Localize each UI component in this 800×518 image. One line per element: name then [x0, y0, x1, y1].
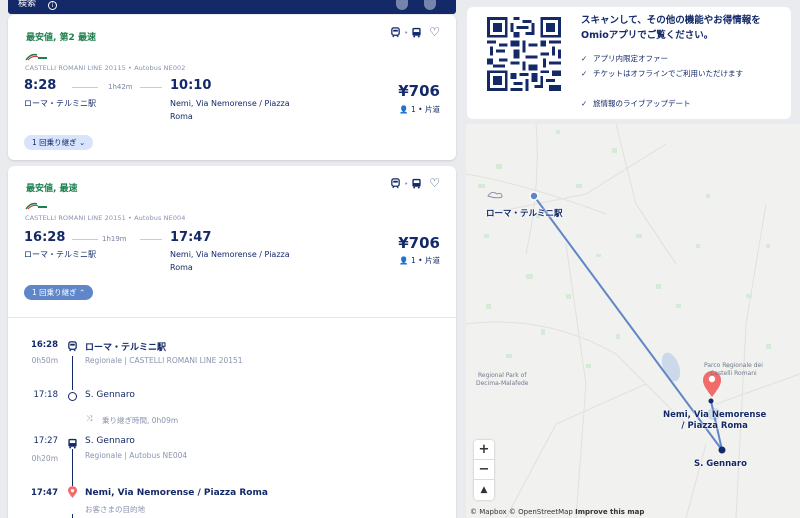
transfer-time: 乗り継ぎ時間, 0h09m	[102, 416, 179, 425]
arrival-time: 17:47	[170, 230, 212, 245]
operator-text: CASTELLI ROMANI LINE 20115 • Autobus NE0…	[25, 64, 186, 72]
check-icon: ✓	[581, 99, 588, 108]
map-origin-label: ローマ・テルミニ駅	[486, 209, 563, 219]
itinerary-operator: Regionale | Autobus NE004	[85, 451, 188, 460]
result-badge: 最安値, 最速	[26, 184, 78, 194]
trip-duration: 1h42m	[108, 83, 133, 91]
map-park-label: Parco Regionale dei Castelli Romani	[704, 362, 763, 377]
departure-station: ローマ・テルミニ駅	[24, 99, 96, 108]
destination-pin-icon	[67, 486, 78, 498]
train-icon	[391, 27, 400, 38]
destination-label: お客さまの目的地	[85, 505, 145, 514]
osm-link[interactable]: © OpenStreetMap	[509, 508, 573, 516]
app-promo-panel: スキャンして、その他の機能やお得情報をOmioアプリでご覧ください。 ✓ アプリ内…	[467, 7, 791, 119]
separator-dot: •	[404, 179, 409, 188]
result-badge: 最安値, 第2 最速	[26, 33, 96, 43]
chevron-down-icon: ⌄	[79, 138, 86, 147]
itinerary-station: S. Gennaro	[85, 390, 135, 400]
itinerary-time: 17:18	[33, 390, 59, 400]
result-card-2[interactable]: 最安値, 最速 • ♡ CASTELLI ROMANI LINE 20151 •…	[8, 166, 456, 518]
arrival-station: Nemi, Via Nemorense / Piazza Roma	[170, 250, 290, 272]
map-transfer-label: S. Gennaro	[694, 459, 747, 469]
favorite-heart-icon[interactable]: ♡	[429, 177, 440, 189]
zoom-in-button[interactable]: +	[474, 440, 494, 460]
settings-icon[interactable]	[424, 0, 436, 10]
map-canvas	[466, 124, 800, 518]
price: ¥706	[398, 234, 440, 252]
trenitalia-logo-icon	[25, 202, 47, 210]
qr-code-icon[interactable]	[487, 17, 561, 91]
operator-text: CASTELLI ROMANI LINE 20151 • Autobus NE0…	[25, 214, 186, 222]
header-title: 検索	[18, 0, 37, 9]
arrival-station: Nemi, Via Nemorense / Piazza Roma	[170, 99, 290, 121]
itinerary-duration: 0h20m	[31, 454, 58, 463]
improve-map-link[interactable]: Improve this map	[575, 508, 644, 516]
map-zoom-controls: + − ▲	[474, 440, 494, 500]
itinerary-operator: Regionale | CASTELLI ROMANI LINE 20151	[85, 356, 243, 365]
route-map[interactable]: ローマ・テルミニ駅 Nemi, Via Nemorense / Piazza Ro…	[466, 124, 800, 518]
promo-feature: ✓ アプリ内限定オファー	[581, 54, 668, 63]
results-column: 検索 i 最安値, 第2 最速 • ♡ CASTELLI ROMANI LINE…	[0, 0, 466, 518]
trip-duration: 1h19m	[102, 235, 127, 243]
check-icon: ✓	[581, 69, 588, 78]
search-header-bar: 検索 i	[8, 0, 456, 14]
mapbox-link[interactable]: © Mapbox	[470, 508, 507, 516]
stop-circle-icon	[68, 392, 77, 401]
itinerary-station: S. Gennaro	[85, 436, 135, 446]
promo-feature: ✓ 旅情報のライブアップデート	[581, 99, 691, 108]
zoom-out-button[interactable]: −	[474, 460, 494, 480]
passenger-info: 👤 1 • 片道	[399, 105, 440, 114]
departure-station: ローマ・テルミニ駅	[24, 250, 96, 259]
departure-time: 16:28	[24, 230, 66, 245]
train-icon	[391, 178, 400, 189]
favorite-heart-icon[interactable]: ♡	[429, 26, 440, 38]
bus-icon	[67, 438, 78, 449]
map-park-label: Regional Park of Decima-Malafede	[476, 372, 529, 387]
map-destination-label: Nemi, Via Nemorense / Piazza Roma	[663, 410, 767, 431]
check-icon: ✓	[581, 54, 588, 63]
transfers-toggle-button[interactable]: 1 回乗り継ぎ ⌃	[24, 285, 94, 300]
price: ¥706	[398, 82, 440, 100]
chevron-up-icon: ⌃	[79, 288, 86, 297]
share-icon[interactable]	[396, 0, 408, 10]
itinerary-time: 16:28	[30, 340, 58, 350]
itinerary-duration: 0h50m	[31, 356, 58, 365]
itinerary-station: ローマ・テルミニ駅	[85, 343, 167, 353]
bus-icon	[412, 27, 421, 38]
result-card-1[interactable]: 最安値, 第2 最速 • ♡ CASTELLI ROMANI LINE 2011…	[8, 15, 456, 160]
arrival-time: 10:10	[170, 78, 212, 93]
person-icon: 👤	[399, 256, 412, 265]
promo-title: スキャンして、その他の機能やお得情報をOmioアプリでご覧ください。	[581, 15, 761, 41]
train-icon	[67, 341, 78, 352]
itinerary-time: 17:47	[30, 488, 58, 498]
transfers-toggle-button[interactable]: 1 回乗り継ぎ ⌄	[24, 135, 94, 150]
passenger-info: 👤 1 • 片道	[399, 256, 440, 265]
bus-icon	[412, 178, 421, 189]
itinerary-station: Nemi, Via Nemorense / Piazza Roma	[85, 488, 268, 498]
itinerary-time: 17:27	[33, 436, 59, 446]
promo-feature: ✓ チケットはオフラインでご利用いただけます	[581, 69, 743, 78]
transfer-shuffle-icon: ⤨	[86, 414, 93, 423]
departure-time: 8:28	[24, 78, 57, 93]
trenitalia-logo-icon	[25, 53, 47, 61]
person-icon: 👤	[399, 105, 412, 114]
compass-icon[interactable]: ▲	[474, 480, 494, 500]
separator-dot: •	[404, 28, 409, 37]
info-icon[interactable]: i	[48, 1, 57, 10]
map-attribution: © Mapbox © OpenStreetMap Improve this ma…	[470, 508, 644, 516]
